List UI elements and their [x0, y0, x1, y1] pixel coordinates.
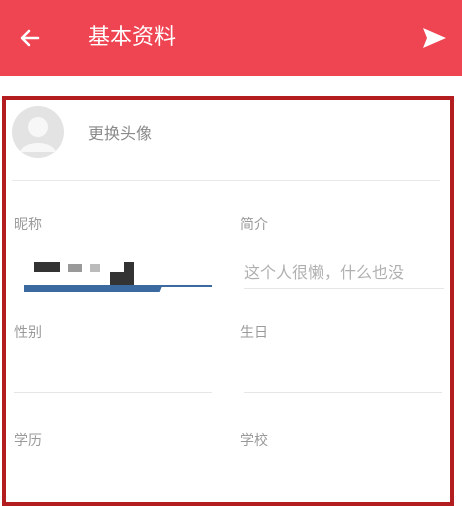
back-button[interactable] — [16, 24, 44, 52]
send-button[interactable] — [420, 24, 448, 52]
gender-underline — [14, 392, 212, 393]
avatar-button[interactable] — [12, 106, 64, 158]
intro-underline — [244, 288, 444, 289]
nickname-label: 昵称 — [14, 217, 42, 233]
intro-label: 简介 — [240, 217, 268, 233]
app-bar: 基本资料 — [0, 0, 462, 76]
birthday-underline — [244, 392, 442, 393]
divider — [12, 180, 440, 181]
user-avatar-icon — [12, 106, 64, 158]
education-select[interactable] — [14, 452, 214, 492]
arrow-left-icon — [20, 29, 40, 47]
school-input[interactable] — [244, 452, 444, 492]
profile-form-panel — [2, 96, 454, 506]
school-label: 学校 — [240, 433, 268, 449]
nickname-underline — [24, 285, 212, 287]
birthday-picker[interactable] — [244, 350, 444, 390]
page-title: 基本资料 — [88, 25, 177, 50]
gender-select[interactable] — [14, 350, 214, 390]
intro-input[interactable] — [244, 258, 444, 286]
send-icon — [423, 28, 446, 48]
birthday-label: 生日 — [240, 325, 268, 341]
gender-label: 性别 — [14, 325, 42, 341]
education-label: 学历 — [14, 433, 42, 449]
change-avatar-label[interactable]: 更换头像 — [88, 120, 152, 144]
